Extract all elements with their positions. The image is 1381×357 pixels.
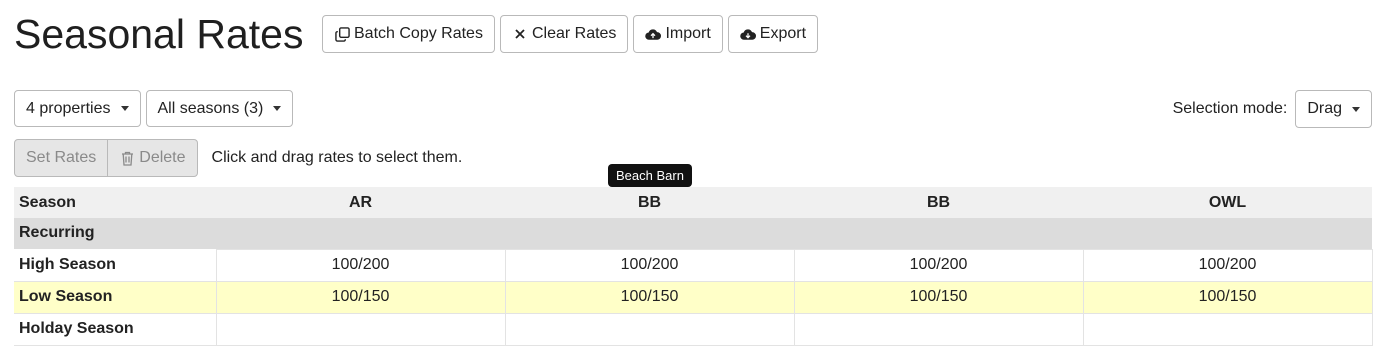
table-row: Holday Season — [14, 312, 1373, 346]
caret-down-icon — [273, 106, 282, 111]
trash-icon — [119, 150, 135, 166]
batch-copy-rates-label: Batch Copy Rates — [354, 25, 483, 42]
page-title: Seasonal Rates — [14, 11, 304, 57]
cloud-download-icon — [740, 26, 756, 42]
rate-cell[interactable]: 100/150 — [793, 280, 1084, 314]
import-label: Import — [665, 25, 711, 42]
selection-mode-value: Drag — [1307, 100, 1342, 117]
group-row: Recurring — [14, 218, 1372, 249]
rate-cell[interactable]: 100/150 — [504, 280, 795, 314]
rate-cell[interactable] — [1082, 312, 1373, 346]
toolbar: Batch Copy Rates Clear Rates Import Expo… — [322, 15, 819, 53]
table-row: Low Season 100/150 100/150 100/150 100/1… — [14, 280, 1373, 314]
export-button[interactable]: Export — [727, 15, 819, 53]
column-header-ar[interactable]: AR — [216, 187, 505, 218]
clear-rates-button[interactable]: Clear Rates — [499, 15, 629, 53]
properties-dropdown[interactable]: 4 properties — [14, 90, 141, 127]
rate-cell[interactable]: 100/200 — [1082, 248, 1373, 282]
set-rates-label: Set Rates — [26, 149, 97, 166]
selection-mode-dropdown[interactable]: Drag — [1295, 90, 1372, 128]
column-header-season: Season — [14, 187, 216, 218]
properties-dropdown-label: 4 properties — [26, 99, 111, 117]
rate-cell[interactable] — [215, 312, 506, 346]
rate-cell[interactable]: 100/200 — [504, 248, 795, 282]
caret-down-icon — [1352, 106, 1360, 112]
rate-cell[interactable]: 100/150 — [215, 280, 506, 314]
rate-cell[interactable]: 100/200 — [215, 248, 506, 282]
delete-label: Delete — [139, 149, 186, 166]
rate-actions: Set Rates Delete Click and drag rates to… — [14, 139, 462, 177]
rate-cell[interactable] — [504, 312, 795, 346]
table-header-row: Season AR BB BB OWL — [14, 187, 1372, 218]
filters: 4 properties All seasons (3) — [14, 90, 294, 127]
column-header-bb[interactable]: BB — [505, 187, 794, 218]
import-button[interactable]: Import — [633, 15, 723, 53]
group-label: Recurring — [14, 218, 1372, 249]
x-icon — [512, 26, 528, 42]
rate-cell[interactable] — [793, 312, 1084, 346]
cloud-upload-icon — [645, 26, 662, 42]
column-header-owl[interactable]: OWL — [1083, 187, 1372, 218]
selection-mode-label: Selection mode: — [1172, 100, 1288, 117]
rate-cell[interactable]: 100/150 — [1082, 280, 1373, 314]
batch-copy-rates-button[interactable]: Batch Copy Rates — [322, 15, 495, 53]
seasons-dropdown-label: All seasons (3) — [157, 99, 264, 117]
copy-icon — [334, 26, 350, 42]
column-tooltip: Beach Barn — [608, 164, 692, 192]
delete-button[interactable]: Delete — [107, 139, 198, 177]
season-name: Holday Season — [14, 313, 216, 346]
selection-hint: Click and drag rates to select them. — [211, 149, 463, 166]
season-name: High Season — [14, 249, 216, 282]
rate-action-buttons: Set Rates Delete — [14, 139, 198, 177]
selection-mode: Selection mode: Drag — [1173, 90, 1372, 128]
season-name: Low Season — [14, 281, 216, 314]
export-label: Export — [759, 25, 807, 42]
rates-table: Season AR BB BB OWL Recurring High Seaso… — [14, 187, 1373, 346]
clear-rates-label: Clear Rates — [531, 25, 617, 42]
caret-down-icon — [120, 106, 129, 111]
table-row: High Season 100/200 100/200 100/200 100/… — [14, 248, 1373, 282]
rate-cell[interactable]: 100/200 — [793, 248, 1084, 282]
column-header-bb-2[interactable]: BB — [794, 187, 1083, 218]
set-rates-button[interactable]: Set Rates — [14, 139, 109, 177]
seasons-dropdown[interactable]: All seasons (3) — [145, 90, 294, 127]
